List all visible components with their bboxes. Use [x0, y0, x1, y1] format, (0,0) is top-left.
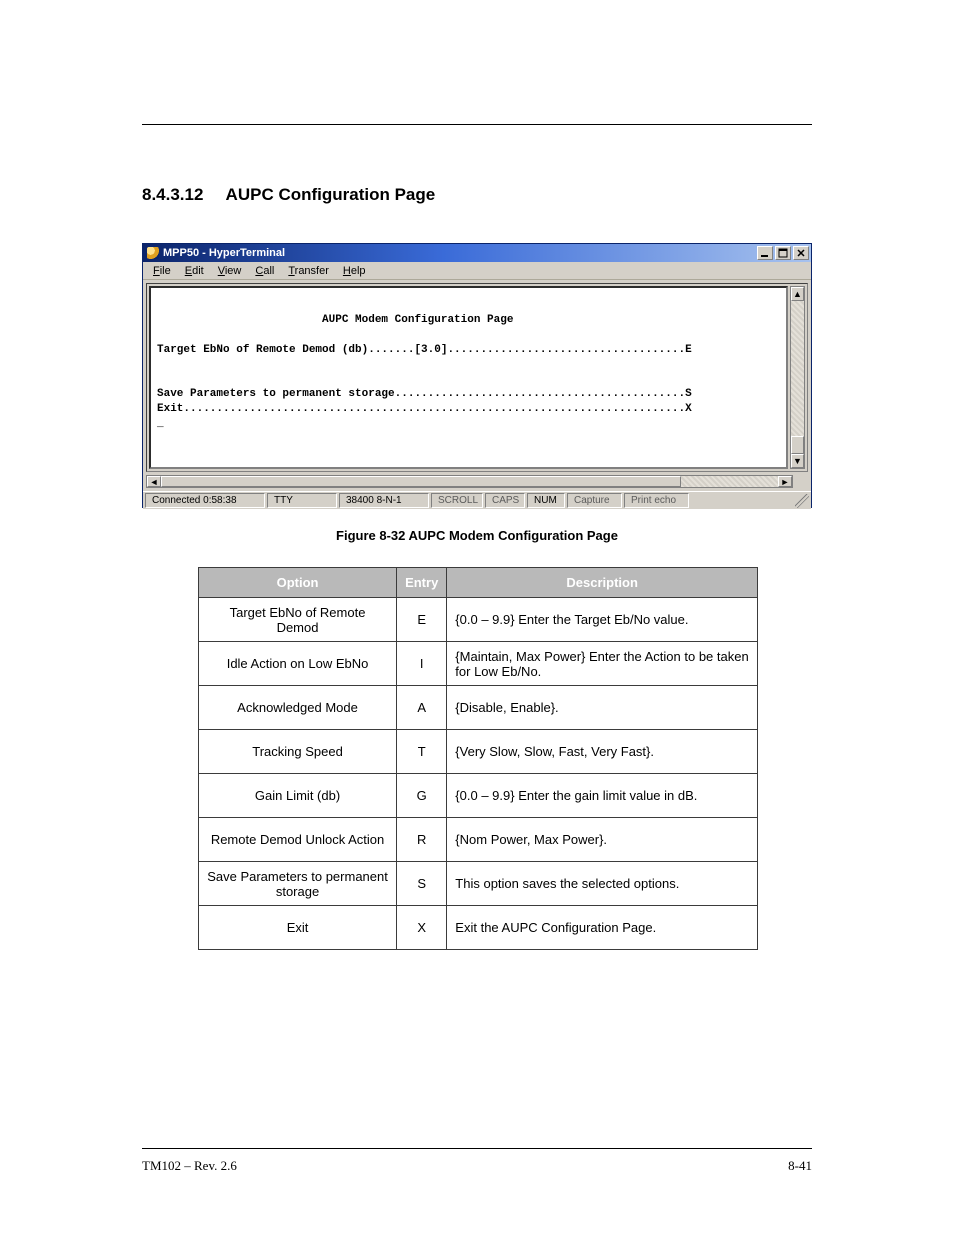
scroll-down-button[interactable]: ▼ [791, 454, 804, 468]
cell-desc: {Maintain, Max Power} Enter the Action t… [447, 642, 758, 686]
cell-desc: {Disable, Enable}. [447, 686, 758, 730]
cell-option: Exit [199, 906, 397, 950]
window-title: MPP50 - HyperTerminal [163, 247, 285, 259]
cell-key: R [397, 818, 447, 862]
table-row: Remote Demod Unlock Action R {Nom Power,… [199, 818, 758, 862]
table-header-row: Option Entry Description [199, 568, 758, 598]
hscroll-track[interactable] [161, 476, 778, 487]
status-num: NUM [527, 493, 565, 508]
footer-rule [142, 1148, 812, 1149]
footer-doc-id: TM102 – Rev. 2.6 [142, 1158, 237, 1174]
cell-key: S [397, 862, 447, 906]
section-title: AUPC Configuration Page [226, 185, 436, 204]
status-caps: CAPS [485, 493, 525, 508]
cell-desc: {Very Slow, Slow, Fast, Very Fast}. [447, 730, 758, 774]
table-row: Save Parameters to permanent storage S T… [199, 862, 758, 906]
cell-option: Acknowledged Mode [199, 686, 397, 730]
menu-call[interactable]: Call [249, 264, 280, 278]
cell-desc: This option saves the selected options. [447, 862, 758, 906]
vertical-scrollbar[interactable]: ▲ ▼ [790, 286, 805, 469]
table-row: Gain Limit (db) G {0.0 – 9.9} Enter the … [199, 774, 758, 818]
terminal[interactable]: AUPC Modem Configuration Page Target EbN… [149, 286, 788, 469]
cell-desc: {0.0 – 9.9} Enter the gain limit value i… [447, 774, 758, 818]
status-bar: Connected 0:58:38 TTY 38400 8-N-1 SCROLL… [143, 491, 811, 509]
table-row: Idle Action on Low EbNo I {Maintain, Max… [199, 642, 758, 686]
status-connected: Connected 0:58:38 [145, 493, 265, 508]
status-emulation: TTY [267, 493, 337, 508]
cell-key: T [397, 730, 447, 774]
figure-caption: Figure 8-32 AUPC Modem Configuration Pag… [142, 528, 812, 543]
section-heading: 8.4.3.12 AUPC Configuration Page [142, 185, 812, 205]
horizontal-scrollbar[interactable]: ◄ ► [146, 475, 793, 488]
menu-bar: File Edit View Call Transfer Help [143, 262, 811, 280]
cell-key: A [397, 686, 447, 730]
minimize-button[interactable] [757, 246, 773, 260]
cell-option: Gain Limit (db) [199, 774, 397, 818]
cell-desc: {0.0 – 9.9} Enter the Target Eb/No value… [447, 598, 758, 642]
horizontal-scroll-row: ◄ ► [143, 475, 811, 491]
cell-option: Target EbNo of Remote Demod [199, 598, 397, 642]
vscroll-thumb[interactable] [791, 436, 804, 454]
table-row: Exit X Exit the AUPC Configuration Page. [199, 906, 758, 950]
menu-help[interactable]: Help [337, 264, 372, 278]
cell-option: Tracking Speed [199, 730, 397, 774]
terminal-title: AUPC Modem Configuration Page [157, 314, 513, 326]
options-table: Option Entry Description Target EbNo of … [198, 567, 758, 950]
close-button[interactable] [793, 246, 809, 260]
status-scroll: SCROLL [431, 493, 483, 508]
hscroll-thumb[interactable] [161, 476, 681, 487]
terminal-text: AUPC Modem Configuration Page Target EbN… [157, 298, 780, 432]
terminal-cursor: _ [157, 418, 164, 430]
header-rule [142, 124, 812, 125]
status-settings: 38400 8-N-1 [339, 493, 429, 508]
footer-page-number: 8-41 [788, 1158, 812, 1174]
client-area: AUPC Modem Configuration Page Target EbN… [143, 280, 811, 475]
page-footer: TM102 – Rev. 2.6 8-41 [142, 1158, 812, 1174]
th-entry: Entry [397, 568, 447, 598]
status-capture: Capture [567, 493, 622, 508]
terminal-line-0: Target EbNo of Remote Demod (db).......[… [157, 344, 692, 356]
cell-option: Save Parameters to permanent storage [199, 862, 397, 906]
app-icon [147, 247, 159, 259]
scroll-right-button[interactable]: ► [778, 476, 792, 487]
th-option: Option [199, 568, 397, 598]
menu-edit[interactable]: Edit [179, 264, 210, 278]
vscroll-track[interactable] [791, 301, 804, 454]
menu-file[interactable]: File [147, 264, 177, 278]
maximize-button[interactable] [775, 246, 791, 260]
cell-option: Idle Action on Low EbNo [199, 642, 397, 686]
cell-desc: {Nom Power, Max Power}. [447, 818, 758, 862]
cell-key: G [397, 774, 447, 818]
table-row: Acknowledged Mode A {Disable, Enable}. [199, 686, 758, 730]
window-titlebar[interactable]: MPP50 - HyperTerminal [143, 244, 811, 262]
table-row: Tracking Speed T {Very Slow, Slow, Fast,… [199, 730, 758, 774]
cell-key: I [397, 642, 447, 686]
cell-desc: Exit the AUPC Configuration Page. [447, 906, 758, 950]
scroll-left-button[interactable]: ◄ [147, 476, 161, 487]
cell-key: E [397, 598, 447, 642]
terminal-frame: AUPC Modem Configuration Page Target EbN… [146, 283, 808, 472]
scroll-up-button[interactable]: ▲ [791, 287, 804, 301]
cell-option: Remote Demod Unlock Action [199, 818, 397, 862]
terminal-line-3: Save Parameters to permanent storage....… [157, 388, 692, 400]
menu-transfer[interactable]: Transfer [282, 264, 335, 278]
table-row: Target EbNo of Remote Demod E {0.0 – 9.9… [199, 598, 758, 642]
menu-view[interactable]: View [212, 264, 248, 278]
th-description: Description [447, 568, 758, 598]
status-print-echo: Print echo [624, 493, 689, 508]
terminal-line-4: Exit....................................… [157, 403, 692, 415]
cell-key: X [397, 906, 447, 950]
resize-grip-icon[interactable] [795, 494, 809, 508]
hyperterminal-window: MPP50 - HyperTerminal File Edit View Cal… [142, 243, 812, 508]
section-number: 8.4.3.12 [142, 185, 203, 204]
